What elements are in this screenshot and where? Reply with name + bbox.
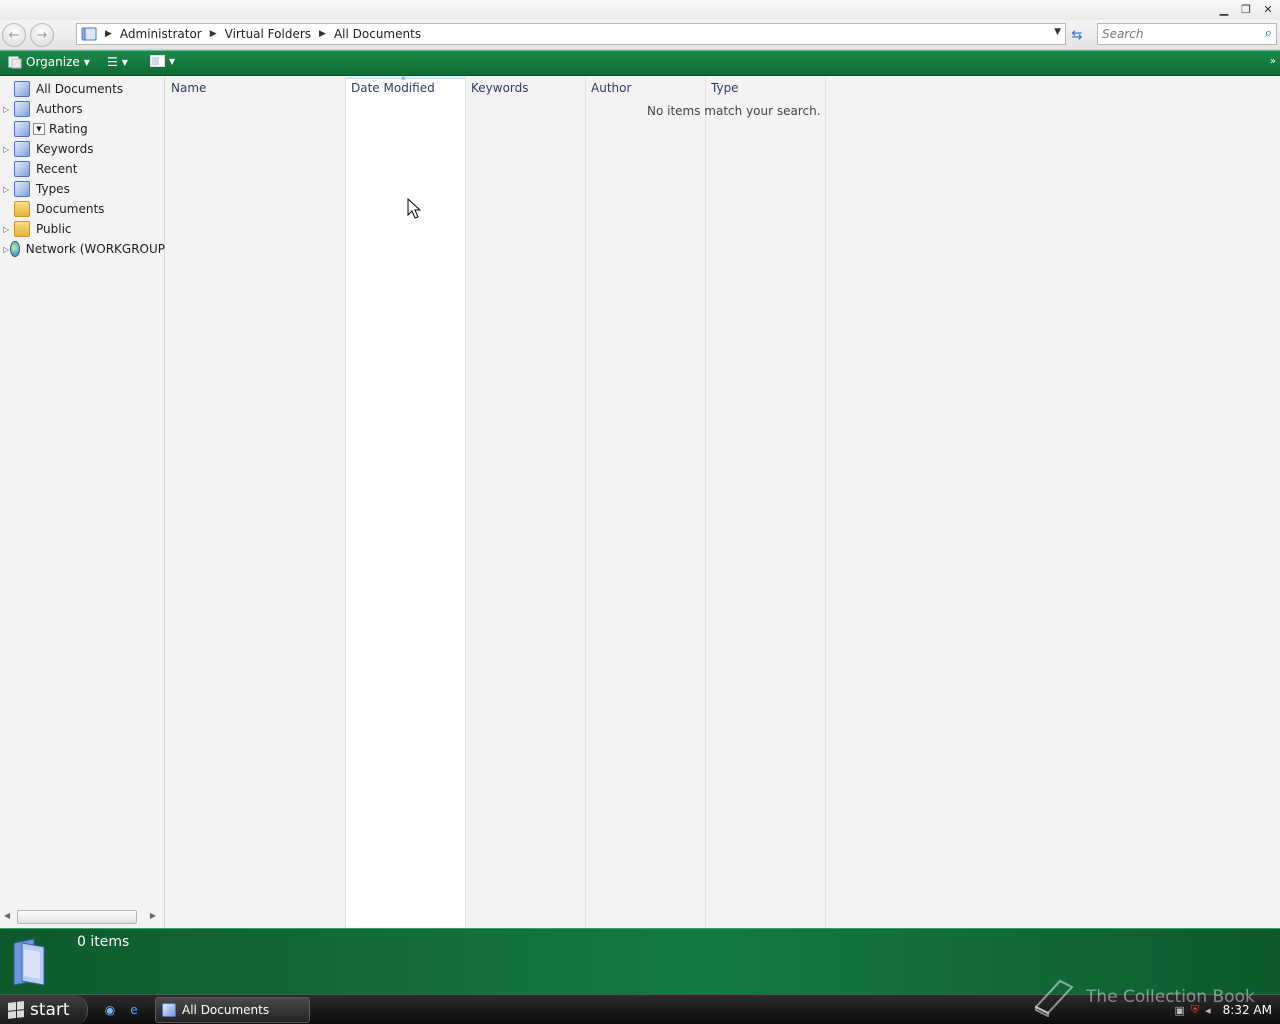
minimize-button[interactable]: ▁	[1214, 1, 1234, 17]
virtual-folder-icon	[13, 938, 45, 986]
item-count: 0 items	[77, 934, 130, 950]
folder-icon	[14, 201, 30, 217]
tree-item-documents[interactable]: Documents	[0, 199, 165, 219]
mouse-cursor-icon	[407, 198, 421, 219]
network-tray-icon[interactable]: ▣	[1174, 1004, 1184, 1017]
taskbar: start ◉ e All Documents ▣ ⛨ ◂ 8:32 AM	[0, 994, 1280, 1024]
taskbar-button-all-documents[interactable]: All Documents	[155, 997, 310, 1023]
internet-explorer-icon[interactable]: e	[126, 1002, 142, 1018]
back-button[interactable]: ←	[2, 23, 26, 47]
refresh-icon[interactable]: ⇆	[1068, 26, 1086, 44]
column-keywords: Keywords	[466, 77, 586, 928]
virtual-folder-icon	[14, 101, 30, 117]
scrollbar-thumb[interactable]	[17, 910, 137, 924]
column-header-date-modified[interactable]: Date Modified	[351, 81, 435, 95]
file-list: Name ▲ Date Modified Keywords Author Typ…	[166, 74, 1280, 928]
sort-arrow-icon: ▲	[401, 74, 406, 81]
breadcrumb-separator-icon[interactable]: ▶	[210, 29, 217, 39]
horizontal-scrollbar[interactable]: ◀ ▶	[0, 910, 160, 924]
back-arrow-icon: ←	[8, 27, 20, 43]
window-controls: ▁ ❐ ✕	[1214, 1, 1278, 17]
folder-tree: All Documents ▷ Authors ▼ Rating ▷ Keywo…	[0, 79, 165, 259]
expand-arrow-icon[interactable]: ▷	[3, 105, 13, 114]
system-tray: ▣ ⛨ ◂ 8:32 AM	[1174, 995, 1272, 1024]
column-header-name[interactable]: Name	[171, 81, 206, 95]
chevron-down-icon: ▼	[121, 57, 128, 67]
virtual-folder-icon	[14, 181, 30, 197]
organize-button[interactable]: Organize ▼	[8, 55, 90, 69]
tree-item-public[interactable]: ▷ Public	[0, 219, 165, 239]
preview-pane-button[interactable]: ▼	[150, 55, 175, 67]
forward-arrow-icon: →	[36, 27, 48, 43]
column-author: Author	[586, 77, 706, 928]
address-bar[interactable]: ▶ Administrator ▶ Virtual Folders ▶ All …	[76, 23, 1066, 45]
tree-item-all-documents[interactable]: All Documents	[0, 79, 165, 99]
clock[interactable]: 8:32 AM	[1223, 1003, 1272, 1017]
start-label: start	[30, 1000, 70, 1020]
views-button[interactable]: ☰ ▼	[107, 55, 128, 69]
windows-logo-icon	[8, 1001, 24, 1019]
breadcrumb-virtual-folders[interactable]: Virtual Folders	[225, 27, 311, 41]
search-icon[interactable]: ⌕	[1265, 26, 1272, 41]
expand-arrow-icon[interactable]: ▷	[3, 145, 13, 154]
expand-arrow-icon[interactable]: ▷	[3, 245, 9, 254]
forward-button[interactable]: →	[30, 23, 54, 47]
breadcrumb-all-documents[interactable]: All Documents	[334, 27, 421, 41]
tree-item-keywords[interactable]: ▷ Keywords	[0, 139, 165, 159]
toolbar-overflow-icon[interactable]: »	[1270, 56, 1276, 67]
column-name: Name	[166, 77, 346, 928]
command-toolbar: Organize ▼ ☰ ▼ ▼ »	[0, 50, 1280, 76]
security-alert-icon[interactable]: ⛨	[1191, 1003, 1199, 1017]
chevron-down-icon: ▼	[169, 56, 176, 66]
tree-item-types[interactable]: ▷ Types	[0, 179, 165, 199]
close-button[interactable]: ✕	[1258, 1, 1278, 17]
virtual-folder-icon	[14, 121, 30, 137]
virtual-folder-icon	[14, 161, 30, 177]
organize-label: Organize	[26, 55, 80, 69]
virtual-folder-icon	[14, 141, 30, 157]
empty-search-message: No items match your search.	[647, 104, 821, 118]
address-dropdown-icon[interactable]: ▼	[1054, 27, 1061, 37]
breadcrumb-administrator[interactable]: Administrator	[120, 27, 202, 41]
quick-launch-browser-icon[interactable]: ◉	[102, 1002, 118, 1018]
tree-item-authors[interactable]: ▷ Authors	[0, 99, 165, 119]
column-header-keywords[interactable]: Keywords	[471, 81, 529, 95]
scroll-left-icon[interactable]: ◀	[4, 911, 10, 920]
rating-dropdown-icon[interactable]: ▼	[33, 123, 45, 135]
breadcrumb-separator-icon[interactable]: ▶	[319, 29, 326, 39]
sort-indicator	[346, 76, 466, 79]
start-button[interactable]: start	[0, 995, 88, 1024]
breadcrumb-separator-icon[interactable]: ▶	[105, 29, 112, 39]
volume-tray-icon[interactable]: ◂	[1205, 1004, 1211, 1017]
navigation-pane: All Documents ▷ Authors ▼ Rating ▷ Keywo…	[0, 77, 165, 928]
column-date-modified: ▲ Date Modified	[345, 74, 466, 928]
tree-item-network[interactable]: ▷ Network (WORKGROUP	[0, 239, 165, 259]
network-icon	[10, 241, 20, 257]
views-icon: ☰	[107, 55, 118, 69]
tree-item-rating[interactable]: ▼ Rating	[0, 119, 165, 139]
tree-item-recent[interactable]: Recent	[0, 159, 165, 179]
scroll-right-icon[interactable]: ▶	[150, 911, 156, 920]
virtual-folder-icon	[81, 27, 97, 41]
chevron-down-icon: ▼	[83, 57, 90, 67]
column-header-author[interactable]: Author	[591, 81, 631, 95]
search-input[interactable]	[1098, 24, 1248, 44]
restore-button[interactable]: ❐	[1236, 1, 1256, 17]
address-row: ← → ▶ Administrator ▶ Virtual Folders ▶ …	[0, 20, 1280, 50]
virtual-folder-icon	[14, 81, 30, 97]
expand-arrow-icon[interactable]: ▷	[3, 225, 13, 234]
search-box[interactable]: ⌕	[1097, 23, 1277, 45]
column-type: Type	[706, 77, 826, 928]
expand-arrow-icon[interactable]: ▷	[3, 185, 13, 194]
virtual-folder-icon	[162, 1003, 176, 1017]
organize-icon	[8, 56, 22, 69]
folder-icon	[14, 221, 30, 237]
title-bar: ▁ ❐ ✕	[0, 0, 1280, 20]
preview-pane-icon	[150, 55, 165, 67]
column-header-type[interactable]: Type	[711, 81, 739, 95]
details-pane: 0 items	[0, 928, 1280, 994]
